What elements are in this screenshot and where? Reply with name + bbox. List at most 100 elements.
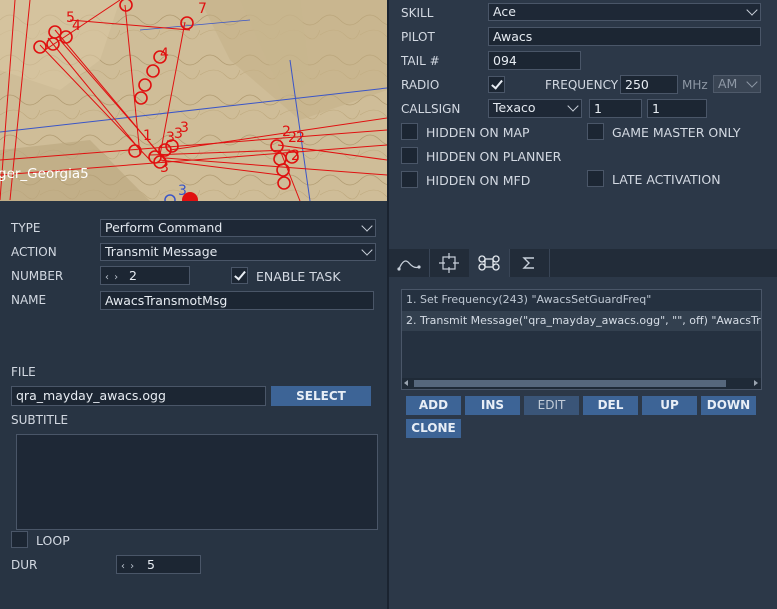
late-activation-label: LATE ACTIVATION	[612, 172, 721, 187]
frequency-unit: MHz	[682, 78, 708, 92]
command-list[interactable]: 1. Set Frequency(243) "AwacsSetGuardFreq…	[401, 289, 762, 390]
hidden-on-mfd-label: HIDDEN ON MFD	[426, 173, 531, 188]
scroll-right-icon[interactable]	[754, 380, 758, 386]
edit-button[interactable]: EDIT	[524, 396, 579, 415]
pilot-value: Awacs	[493, 29, 533, 44]
list-item[interactable]: 1. Set Frequency(243) "AwacsSetGuardFreq…	[402, 290, 761, 310]
skill-value: Ace	[493, 4, 516, 19]
chevron-down-icon	[361, 220, 373, 232]
map-marker-label: 2	[296, 130, 305, 146]
tail-value: 094	[493, 53, 517, 68]
subtitle-textarea[interactable]	[16, 434, 378, 530]
chevron-down-icon	[567, 100, 579, 112]
callsign-number-1-value: 1	[594, 101, 602, 116]
map-view[interactable]: 5 4 7 4 1 3 3 3 3 2 2 2 2 3 ger_Georgia5	[0, 0, 387, 201]
delete-button[interactable]: DEL	[583, 396, 638, 415]
late-activation-checkbox[interactable]	[587, 170, 604, 187]
name-value: AwacsTransmotMsg	[105, 293, 228, 308]
duration-value: 5	[147, 557, 155, 572]
hidden-on-map-label: HIDDEN ON MAP	[426, 125, 530, 140]
map-overlay: 5 4 7 4 1 3 3 3 3 2 2 2 2 3 ger_Georgia5	[0, 0, 387, 201]
skill-label: SKILL	[401, 6, 434, 20]
action-label: ACTION	[11, 245, 57, 259]
action-select[interactable]: Transmit Message	[100, 243, 376, 261]
subtitle-label: SUBTITLE	[11, 413, 69, 427]
map-marker-label: 3	[180, 120, 189, 136]
callsign-number-2-value: 1	[652, 101, 660, 116]
number-stepper[interactable]: ‹ › 2	[100, 266, 190, 285]
scrollbar-thumb[interactable]	[414, 380, 726, 387]
chevron-down-icon	[746, 4, 758, 16]
number-value: 2	[129, 268, 137, 283]
callsign-value: Texaco	[493, 100, 536, 115]
horizontal-scrollbar[interactable]	[402, 378, 761, 389]
pilot-label: PILOT	[401, 30, 435, 44]
map-marker-label: 2	[291, 148, 300, 164]
insert-button[interactable]: INS	[465, 396, 520, 415]
stepper-arrows-icon[interactable]: ‹ ›	[105, 269, 119, 284]
name-input[interactable]: AwacsTransmotMsg	[100, 291, 374, 310]
game-master-only-label: GAME MASTER ONLY	[612, 125, 741, 140]
scroll-left-icon[interactable]	[404, 380, 408, 386]
radio-label: RADIO	[401, 78, 440, 92]
panel-divider[interactable]	[387, 0, 389, 609]
pilot-input[interactable]: Awacs	[488, 27, 761, 46]
map-marker-label: 4	[72, 18, 81, 34]
tab-commands[interactable]	[469, 249, 510, 277]
enable-task-checkbox[interactable]	[231, 267, 248, 284]
type-select[interactable]: Perform Command	[100, 219, 376, 237]
loop-checkbox[interactable]	[11, 531, 28, 548]
map-marker-label: 3	[178, 183, 187, 199]
map-marker-label: 3	[160, 160, 169, 176]
tab-bar	[389, 249, 777, 277]
action-value: Transmit Message	[105, 244, 218, 259]
map-marker-label: 4	[160, 46, 169, 62]
hidden-on-planner-label: HIDDEN ON PLANNER	[426, 149, 562, 164]
frequency-value: 250	[625, 77, 649, 92]
chevron-down-icon	[746, 76, 758, 88]
map-location-label: ger_Georgia5	[0, 166, 89, 182]
move-up-button[interactable]: UP	[642, 396, 697, 415]
duration-stepper[interactable]: ‹ › 5	[116, 555, 201, 574]
tab-triggers[interactable]	[429, 249, 470, 277]
tail-input[interactable]: 094	[488, 51, 581, 70]
chevron-down-icon	[361, 244, 373, 256]
frequency-label: FREQUENCY	[545, 78, 619, 92]
name-label: NAME	[11, 293, 47, 307]
trigger-target-icon	[439, 253, 459, 273]
number-label: NUMBER	[11, 269, 64, 283]
waypoint-path-icon	[397, 260, 421, 271]
sum-icon	[522, 257, 534, 269]
enable-task-label: ENABLE TASK	[256, 269, 341, 284]
callsign-number-1[interactable]: 1	[589, 99, 642, 118]
move-down-button[interactable]: DOWN	[701, 396, 756, 415]
loop-label: LOOP	[36, 533, 70, 548]
stepper-arrows-icon[interactable]: ‹ ›	[121, 558, 135, 573]
skill-select[interactable]: Ace	[488, 3, 761, 21]
tab-waypoints[interactable]	[389, 249, 430, 277]
frequency-input[interactable]: 250	[620, 75, 678, 94]
hidden-on-mfd-checkbox[interactable]	[401, 171, 418, 188]
tail-label: TAIL #	[401, 54, 440, 68]
tab-summary[interactable]	[509, 249, 550, 277]
callsign-select[interactable]: Texaco	[488, 99, 582, 118]
file-label: FILE	[11, 365, 36, 379]
clone-button[interactable]: CLONE	[406, 419, 461, 438]
modulation-value: AM	[718, 76, 738, 91]
map-marker-label: 1	[143, 128, 152, 144]
modulation-select[interactable]: AM	[713, 75, 761, 93]
command-icon	[478, 255, 500, 271]
select-file-button[interactable]: SELECT	[271, 386, 371, 406]
hidden-on-map-checkbox[interactable]	[401, 123, 418, 140]
map-marker-label: 7	[198, 1, 207, 17]
callsign-number-2[interactable]: 1	[647, 99, 707, 118]
hidden-on-planner-checkbox[interactable]	[401, 147, 418, 164]
game-master-only-checkbox[interactable]	[587, 123, 604, 140]
list-item[interactable]: 2. Transmit Message("qra_mayday_awacs.og…	[402, 311, 761, 331]
radio-checkbox[interactable]	[488, 76, 505, 93]
add-button[interactable]: ADD	[406, 396, 461, 415]
type-value: Perform Command	[105, 220, 223, 235]
callsign-label: CALLSIGN	[401, 102, 461, 116]
dur-label: DUR	[11, 558, 38, 572]
file-input[interactable]: qra_mayday_awacs.ogg	[11, 386, 266, 406]
